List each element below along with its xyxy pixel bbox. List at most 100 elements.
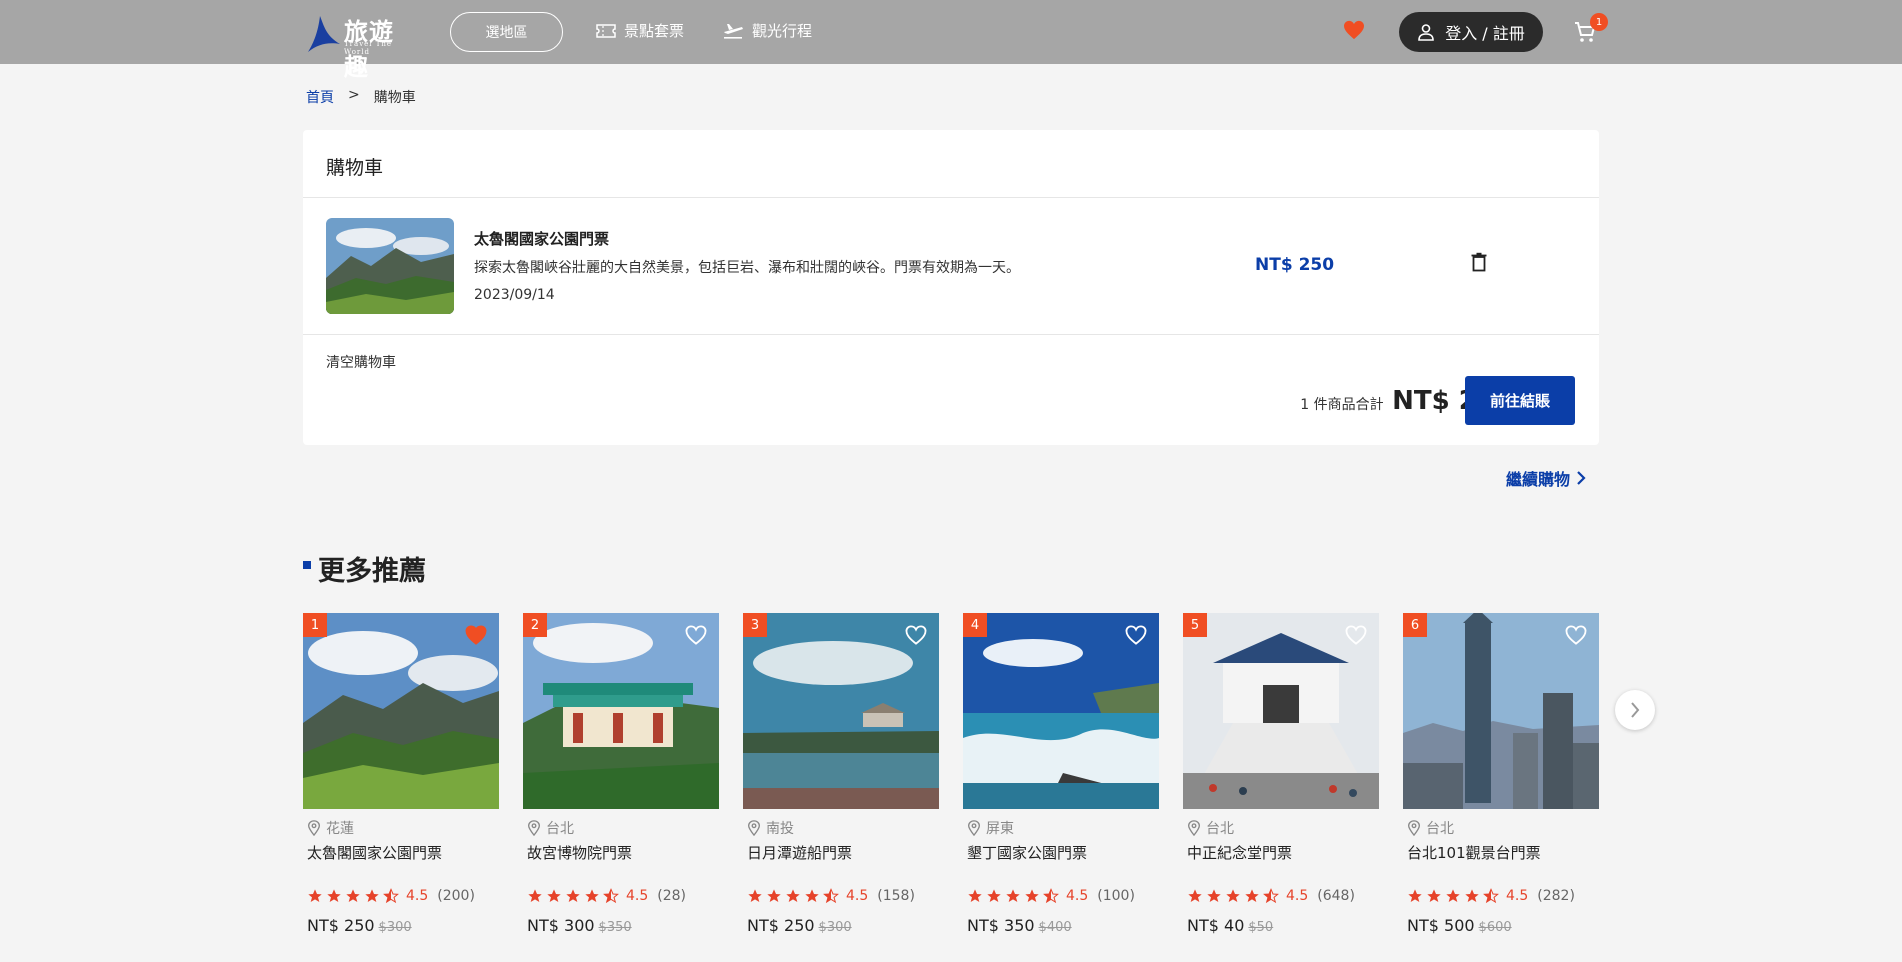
price-row: NT$ 300 $350 bbox=[527, 916, 632, 935]
location: 南投 bbox=[747, 818, 794, 838]
favorite-heart-icon[interactable] bbox=[1565, 625, 1587, 645]
recommend-card-name[interactable]: 日月潭遊船門票 bbox=[747, 842, 852, 863]
cart-item-image[interactable] bbox=[326, 218, 454, 314]
favorite-heart-icon[interactable] bbox=[905, 625, 927, 645]
map-pin-icon bbox=[307, 820, 321, 836]
carousel-next-button[interactable] bbox=[1615, 690, 1655, 730]
star-icon bbox=[968, 889, 982, 902]
half-star-icon bbox=[1043, 888, 1059, 904]
breadcrumb-home-link[interactable]: 首頁 bbox=[306, 87, 334, 107]
price-row: NT$ 40 $50 bbox=[1187, 916, 1273, 935]
location-label: 台北 bbox=[1206, 821, 1234, 837]
cart-item-name[interactable]: 太魯閣國家公園門票 bbox=[474, 228, 609, 249]
half-star-icon bbox=[383, 888, 399, 904]
recommend-card-name[interactable]: 中正紀念堂門票 bbox=[1187, 842, 1292, 863]
recommend-card[interactable]: 3 南投 日月潭遊船門票 4.5 (158) NT$ 250 $300 bbox=[743, 613, 939, 953]
star-icon bbox=[566, 889, 580, 902]
recommend-card-name[interactable]: 台北101觀景台門票 bbox=[1407, 842, 1541, 863]
rating-count: (200) bbox=[437, 888, 475, 904]
login-label: 登入 / 註冊 bbox=[1445, 24, 1525, 43]
rating-value: 4.5 bbox=[1506, 888, 1529, 904]
star-icon bbox=[365, 889, 379, 902]
half-star-icon bbox=[823, 888, 839, 904]
rating: 4.5 (648) bbox=[1187, 888, 1355, 904]
star-icon bbox=[585, 889, 599, 902]
login-register-button[interactable]: 登入 / 註冊 bbox=[1399, 12, 1543, 52]
checkout-button[interactable]: 前往結賬 bbox=[1465, 376, 1575, 425]
rank-badge: 6 bbox=[1403, 613, 1427, 637]
divider bbox=[303, 197, 1599, 198]
location-label: 南投 bbox=[766, 821, 794, 837]
star-icon bbox=[1465, 889, 1479, 902]
location-label: 花蓮 bbox=[326, 821, 354, 837]
location-label: 屏東 bbox=[986, 821, 1014, 837]
rating-value: 4.5 bbox=[1286, 888, 1309, 904]
location-label: 台北 bbox=[1426, 821, 1454, 837]
price: NT$ 500 bbox=[1407, 916, 1475, 935]
cart-panel: 購物車 太魯閣國家公園門票 探索太魯閣峽谷壯麗的大自然美景，包括巨岩、瀑布和壯闊… bbox=[303, 130, 1599, 445]
price: NT$ 250 bbox=[747, 916, 815, 935]
original-price: $350 bbox=[598, 920, 632, 935]
star-icon bbox=[987, 889, 1001, 902]
nav-tours[interactable]: 觀光行程 bbox=[722, 20, 812, 41]
rating-count: (28) bbox=[657, 888, 687, 904]
original-price: $600 bbox=[1478, 920, 1512, 935]
rating-count: (100) bbox=[1097, 888, 1135, 904]
recommend-card[interactable]: 1 花蓮 太魯閣國家公園門票 4.5 (200) NT$ 250 $300 bbox=[303, 613, 499, 953]
rank-badge: 3 bbox=[743, 613, 767, 637]
region-select-button[interactable]: 選地區 bbox=[450, 12, 563, 52]
chevron-right-icon bbox=[1631, 702, 1640, 718]
rating-count: (648) bbox=[1317, 888, 1355, 904]
favorite-heart-icon[interactable] bbox=[1125, 625, 1147, 645]
original-price: $50 bbox=[1248, 920, 1274, 935]
rank-badge: 4 bbox=[963, 613, 987, 637]
recommend-card-name[interactable]: 故宮博物院門票 bbox=[527, 842, 632, 863]
clear-cart-link[interactable]: 清空購物車 bbox=[326, 352, 396, 372]
recommend-card[interactable]: 4 屏東 墾丁國家公園門票 4.5 (100) NT$ 350 $400 bbox=[963, 613, 1159, 953]
star-icon bbox=[547, 889, 561, 902]
price-row: NT$ 250 $300 bbox=[307, 916, 412, 935]
rank-badge: 2 bbox=[523, 613, 547, 637]
original-price: $300 bbox=[378, 920, 412, 935]
favorite-heart-icon[interactable] bbox=[465, 625, 487, 645]
favorite-heart-icon[interactable] bbox=[1345, 625, 1367, 645]
logo-subtext: Travel The World bbox=[344, 40, 393, 56]
recommend-card[interactable]: 6 台北 台北101觀景台門票 4.5 (282) NT$ 500 $600 bbox=[1403, 613, 1599, 953]
price-row: NT$ 350 $400 bbox=[967, 916, 1072, 935]
nav-tickets[interactable]: 景點套票 bbox=[596, 20, 684, 41]
recommend-card-name[interactable]: 太魯閣國家公園門票 bbox=[307, 842, 442, 863]
star-icon bbox=[327, 889, 341, 902]
cart-title: 購物車 bbox=[326, 157, 384, 179]
continue-shopping-link[interactable]: 繼續購物 bbox=[1506, 466, 1586, 490]
rating-value: 4.5 bbox=[846, 888, 869, 904]
star-icon bbox=[767, 889, 781, 902]
top-header: 旅遊趣 Travel The World 選地區 景點套票 觀光行程 登入 / … bbox=[0, 0, 1902, 81]
half-star-icon bbox=[1483, 888, 1499, 904]
star-icon bbox=[786, 889, 800, 902]
cart-item-description: 探索太魯閣峽谷壯麗的大自然美景，包括巨岩、瀑布和壯闊的峽谷。門票有效期為一天。 bbox=[474, 260, 1020, 276]
cart-count-badge: 1 bbox=[1590, 13, 1608, 31]
user-icon bbox=[1418, 24, 1435, 41]
star-icon bbox=[1245, 889, 1259, 902]
cart-item-date: 2023/09/14 bbox=[474, 287, 555, 303]
favorites-heart-icon[interactable] bbox=[1343, 20, 1365, 40]
map-pin-icon bbox=[967, 820, 981, 836]
recommend-card[interactable]: 5 台北 中正紀念堂門票 4.5 (648) NT$ 40 $50 bbox=[1183, 613, 1379, 953]
recommend-card[interactable]: 2 台北故宮博物院門票 4.5 (28) NT$ 300 $350 bbox=[523, 613, 719, 953]
map-pin-icon bbox=[747, 820, 761, 836]
recommend-title: 更多推薦 bbox=[318, 556, 426, 587]
recommend-card-name[interactable]: 墾丁國家公園門票 bbox=[967, 842, 1087, 863]
breadcrumb-current: 購物車 bbox=[373, 90, 416, 106]
favorite-heart-icon[interactable] bbox=[685, 625, 707, 645]
star-icon bbox=[1025, 889, 1039, 902]
price-row: NT$ 250 $300 bbox=[747, 916, 852, 935]
site-logo[interactable]: 旅遊趣 Travel The World bbox=[306, 12, 416, 81]
trash-icon[interactable] bbox=[1471, 252, 1487, 272]
location-label: 台北 bbox=[546, 821, 574, 837]
rating: 4.5 (28) bbox=[527, 888, 686, 904]
logo-bird-icon bbox=[308, 16, 340, 52]
original-price: $400 bbox=[1038, 920, 1072, 935]
star-icon bbox=[1226, 889, 1240, 902]
map-pin-icon bbox=[1187, 820, 1201, 836]
location: 台北 bbox=[527, 818, 574, 838]
